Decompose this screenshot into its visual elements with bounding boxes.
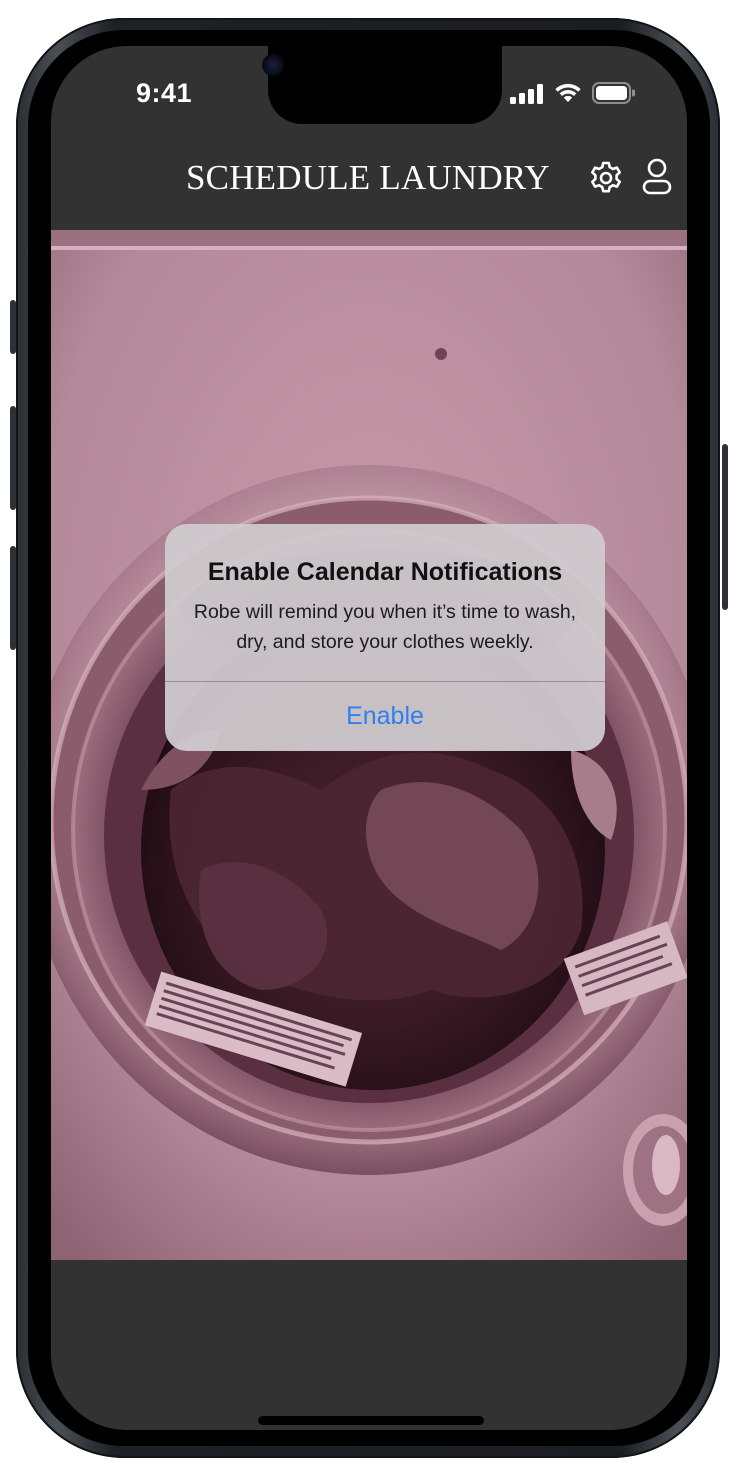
volume-up-button — [10, 406, 16, 510]
page-title: SCHEDULE LAUNDRY — [186, 158, 550, 197]
enable-button[interactable]: Enable — [165, 682, 605, 751]
home-indicator[interactable] — [258, 1416, 484, 1425]
cellular-signal-icon — [510, 84, 543, 104]
notification-permission-alert: Enable Calendar Notifications Robe will … — [165, 524, 605, 751]
status-bar-time: 9:41 — [136, 78, 193, 108]
battery-icon — [592, 82, 635, 104]
person-icon — [642, 158, 672, 195]
status-bar-icons — [510, 82, 636, 104]
profile-button[interactable] — [642, 158, 672, 196]
gear-icon — [591, 161, 621, 193]
front-camera — [262, 54, 284, 76]
volume-down-button — [10, 546, 16, 650]
wifi-icon — [555, 83, 581, 102]
alert-message: Robe will remind you when it’s time to w… — [193, 601, 577, 653]
silent-switch — [10, 300, 16, 354]
power-button — [722, 444, 728, 610]
phone-notch — [268, 46, 502, 124]
settings-button[interactable] — [588, 160, 624, 196]
alert-title: Enable Calendar Notifications — [207, 558, 563, 586]
